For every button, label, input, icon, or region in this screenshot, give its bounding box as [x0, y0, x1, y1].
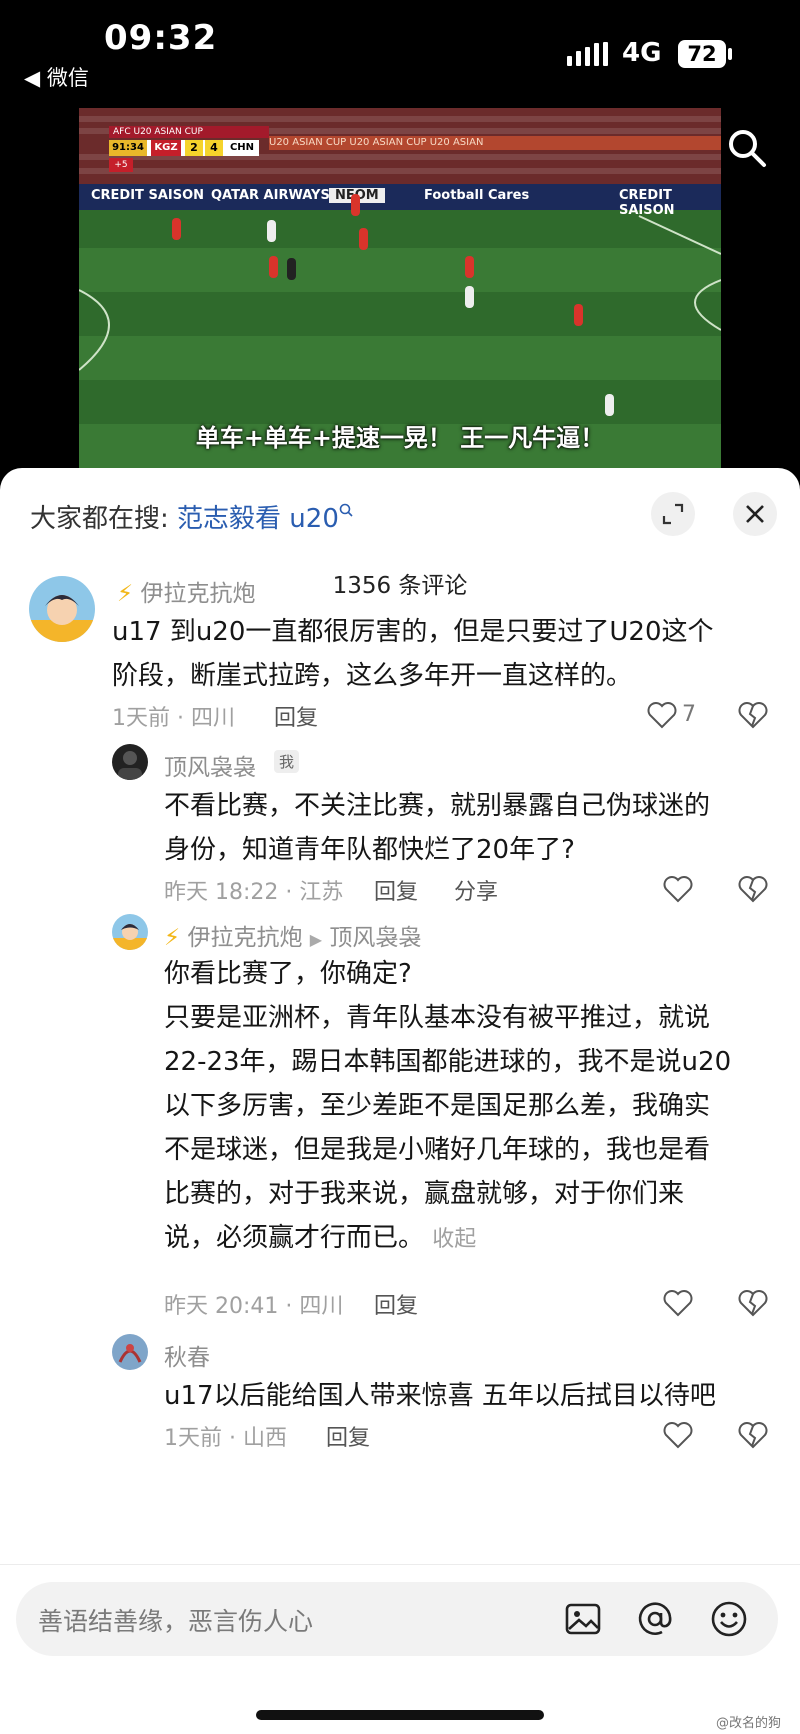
team2-score: 4	[205, 140, 223, 156]
video-player[interactable]: U20 ASIAN CUP U20 ASIAN CUP U20 ASIAN CR…	[79, 108, 721, 470]
scoreboard: AFC U20 ASIAN CUP 91:34 KGZ 2 4 CHN +5	[109, 126, 269, 172]
reply-button[interactable]: 回复	[274, 700, 318, 732]
avatar[interactable]	[112, 1334, 148, 1370]
reply-arrow-icon: ▶	[309, 930, 323, 949]
comment-meta: 1天前 · 四川	[112, 706, 235, 731]
comment-meta: 昨天 20:41 · 四川	[164, 1294, 344, 1319]
hot-search-label: 大家都在搜:	[30, 504, 169, 534]
dislike-icon[interactable]	[737, 874, 769, 904]
comment-text: 你看比赛了，你确定? 只要是亚洲杯，青年队基本没有被平推过，就说 22-23年，…	[164, 959, 732, 1253]
close-button[interactable]	[733, 492, 777, 536]
video-caption: 单车+单车+提速一晃！ 王一凡牛逼！	[195, 424, 605, 452]
close-icon	[746, 505, 764, 523]
ad-text: QATAR AIRWAYS	[211, 188, 330, 203]
expand-icon	[662, 503, 684, 525]
dislike-icon[interactable]	[737, 1420, 769, 1450]
battery-icon: 72	[678, 40, 726, 68]
comment-text: 不看比赛，不关注比赛，就别暴露自己伪球迷的 身份，知道青年队都快烂了20年了?	[164, 791, 711, 865]
player	[351, 194, 360, 216]
avatar[interactable]	[112, 744, 148, 780]
like-icon[interactable]	[646, 700, 678, 730]
comment-username[interactable]: 秋春	[164, 1338, 210, 1372]
player	[465, 286, 474, 308]
player	[269, 256, 278, 278]
dislike-icon[interactable]	[737, 700, 769, 730]
reply-button[interactable]: 回复	[374, 874, 418, 906]
search-icon[interactable]	[727, 128, 767, 168]
back-to-wechat-link[interactable]: ◀ 微信	[24, 62, 89, 92]
team1-score: 2	[185, 140, 203, 156]
search-icon	[339, 504, 353, 517]
hot-search-link[interactable]: 范志毅看 u20	[177, 504, 339, 534]
reply-button[interactable]: 回复	[374, 1288, 418, 1320]
image-icon[interactable]	[564, 1600, 602, 1638]
comment-input[interactable]: 善语结善缘，恶言伤人心	[16, 1582, 778, 1656]
comment-username[interactable]: ⚡ 伊拉克抗炮	[117, 574, 255, 608]
reply-button[interactable]: 回复	[326, 1420, 370, 1452]
home-indicator[interactable]	[256, 1710, 544, 1720]
comment-username[interactable]: 顶风袅袅	[164, 748, 256, 782]
reply-to-username[interactable]: 顶风袅袅	[329, 925, 421, 951]
upper-ad-board: U20 ASIAN CUP U20 ASIAN CUP U20 ASIAN	[269, 136, 721, 150]
battery-cap	[728, 48, 732, 60]
network-type: 4G	[622, 38, 662, 68]
player	[359, 228, 368, 250]
team2-name: CHN	[229, 142, 255, 153]
share-button[interactable]: 分享	[454, 874, 498, 906]
player	[605, 394, 614, 416]
hot-search: 大家都在搜: 范志毅看 u20	[30, 498, 353, 535]
added-time: +5	[109, 158, 133, 172]
like-icon[interactable]	[662, 1420, 694, 1450]
team1-name: KGZ	[151, 140, 181, 156]
referee	[287, 258, 296, 280]
mention-icon[interactable]	[636, 1600, 674, 1638]
player	[465, 256, 474, 278]
ad-text: CREDIT SAISON	[91, 188, 205, 203]
status-time: 09:32	[104, 18, 218, 58]
like-icon[interactable]	[662, 1288, 694, 1318]
comment-username[interactable]: ⚡ 伊拉克抗炮 ▶ 顶风袅袅	[164, 918, 421, 952]
player	[267, 220, 276, 242]
comment-sheet: 大家都在搜: 范志毅看 u20 1356 条评论 ⚡ 伊拉克抗炮 u17 到u2…	[0, 468, 800, 1734]
player	[574, 304, 583, 326]
signal-icon	[567, 42, 608, 66]
comment-text: u17 到u20一直都很厉害的，但是只要过了U20这个 阶段，断崖式拉跨，这么多…	[112, 617, 714, 691]
comment-text: u17以后能给国人带来惊喜 五年以后拭目以待吧	[164, 1381, 716, 1411]
ad-board: CREDIT SAISON QATAR AIRWAYS NEOM Footbal…	[79, 184, 721, 218]
match-clock: 91:34	[109, 140, 147, 156]
watermark: @改名的狗	[716, 1716, 782, 1731]
player	[172, 218, 181, 240]
avatar[interactable]	[112, 914, 148, 950]
status-bar: 09:32 ◀ 微信 4G 72	[0, 0, 800, 108]
collapse-link[interactable]: 收起	[432, 1227, 476, 1252]
like-count: 7	[682, 702, 696, 727]
me-tag: 我	[274, 750, 300, 773]
bolt-icon: ⚡	[117, 581, 134, 607]
like-icon[interactable]	[662, 874, 694, 904]
emoji-icon[interactable]	[710, 1600, 748, 1638]
ad-text: Football Cares	[424, 188, 530, 203]
avatar[interactable]	[29, 576, 95, 642]
comment-meta: 1天前 · 山西	[164, 1426, 287, 1451]
comment-meta: 昨天 18:22 · 江苏	[164, 880, 344, 905]
league-name: AFC U20 ASIAN CUP	[109, 126, 269, 138]
expand-button[interactable]	[651, 492, 695, 536]
dislike-icon[interactable]	[737, 1288, 769, 1318]
comment-input-placeholder: 善语结善缘，恶言伤人心	[38, 1607, 314, 1636]
bolt-icon: ⚡	[164, 925, 181, 951]
